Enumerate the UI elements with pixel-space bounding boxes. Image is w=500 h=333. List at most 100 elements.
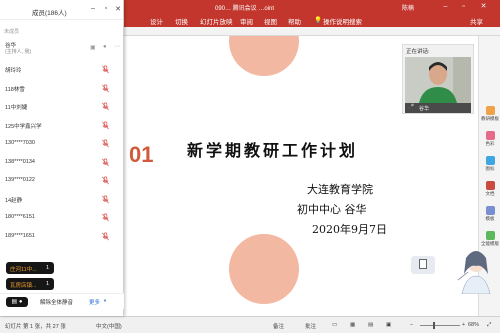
camera-icon[interactable]: ▣ xyxy=(90,44,96,51)
right-pane-item[interactable]: 文档 xyxy=(480,181,500,197)
document-icon xyxy=(485,181,495,190)
member-row[interactable]: 14赵静 xyxy=(0,192,124,206)
speaker-name: 谷华 xyxy=(419,106,430,112)
template-icon xyxy=(485,106,495,115)
slide-title[interactable]: 新学期教研工作计划 xyxy=(187,137,358,161)
zoom-slider-thumb[interactable] xyxy=(433,322,435,329)
lightbulb-icon: 💡 xyxy=(314,17,323,24)
ribbon-search[interactable]: 操作说明搜索 xyxy=(323,16,362,26)
panel-title: 成员(186人) xyxy=(32,10,67,17)
video-footer: 🎤 谷华 xyxy=(405,103,471,113)
member-row[interactable]: 138****0134 xyxy=(0,155,124,169)
member-row[interactable]: 139****0122 xyxy=(0,173,124,187)
member-name: 125中学鑫兴学 xyxy=(5,123,42,130)
video-feed xyxy=(405,57,471,103)
member-name: 130****7030 xyxy=(5,140,35,146)
slide-dept-person[interactable]: 初中中心 谷华 xyxy=(297,201,367,217)
cartoon-figure xyxy=(457,251,491,295)
host-role: (主持人, 我) xyxy=(5,49,32,55)
more-icon[interactable]: ⋯ xyxy=(114,43,120,50)
chevron-down-icon: ▼ xyxy=(103,298,107,303)
reading-view-icon[interactable]: ▤ xyxy=(368,322,373,328)
minimize-button[interactable]: – xyxy=(440,1,451,12)
close-panel-button[interactable]: ✕ xyxy=(113,5,123,13)
zoom-in-button[interactable]: + xyxy=(462,322,465,328)
mic-muted-icon[interactable] xyxy=(101,195,110,204)
member-name: 138****0134 xyxy=(5,158,35,165)
participants-panel: 成员(186人) – ▫ ✕ 未成员 谷华 (主持人, 我) ▣ ● ⋯ 胡玲玲… xyxy=(0,0,124,316)
member-row[interactable]: 180****6151 xyxy=(0,210,124,224)
member-name: 11中刘婕 xyxy=(5,105,28,111)
slide-date[interactable]: 2020年9月7日 xyxy=(312,221,387,237)
member-row[interactable]: 11中刘婕 xyxy=(0,99,124,113)
right-pane-item[interactable]: 图标 xyxy=(480,156,500,172)
notes-button[interactable]: 备注 xyxy=(273,322,284,330)
mic-muted-icon[interactable] xyxy=(101,139,110,148)
normal-view-icon[interactable]: ▭ xyxy=(332,322,337,328)
color-icon xyxy=(485,131,495,140)
right-pane-item[interactable]: 教研模板 xyxy=(480,106,500,122)
section-label: 未成员 xyxy=(4,29,20,35)
decorative-circle-top xyxy=(229,36,299,76)
fit-slide-icon[interactable]: ⤢ xyxy=(487,322,491,329)
mic-muted-icon[interactable] xyxy=(101,213,110,222)
tab-design[interactable]: 设计 xyxy=(150,16,163,26)
tab-transitions[interactable]: 切换 xyxy=(175,16,188,26)
user-name[interactable]: 陈楠 xyxy=(402,3,414,12)
language-indicator[interactable]: 中文(中国) xyxy=(96,322,122,330)
speaker-video[interactable]: 正在讲话: 🎤 谷华 xyxy=(402,44,474,114)
share-button[interactable]: 共享 xyxy=(470,16,483,26)
speaker-image xyxy=(405,57,471,103)
member-name: 14赵静 xyxy=(5,197,23,204)
chat-button[interactable]: ▤ ● xyxy=(6,297,28,307)
minimize-panel-button[interactable]: – xyxy=(88,5,98,12)
more-button[interactable]: 更多 xyxy=(89,298,100,306)
tab-view[interactable]: 视图 xyxy=(264,16,277,26)
member-row[interactable]: 118林雪 xyxy=(0,81,124,95)
maximize-panel-button[interactable]: ▫ xyxy=(101,5,111,12)
cartoon-avatar xyxy=(452,246,496,295)
mic-muted-icon[interactable] xyxy=(101,65,110,74)
member-name: 胡玲玲 xyxy=(5,68,22,74)
document-icon xyxy=(419,259,427,269)
member-name: 180****6151 xyxy=(5,214,35,220)
right-pane-item[interactable]: 模板 xyxy=(480,206,500,222)
zoom-slider[interactable] xyxy=(420,325,460,326)
mic-muted-icon[interactable] xyxy=(101,102,110,111)
raise-hand-toast[interactable]: 瓦房店镇... 1 xyxy=(6,278,54,290)
member-name: 139****0122 xyxy=(5,177,35,183)
member-row[interactable]: 130****7030 xyxy=(0,136,124,150)
zoom-out-button[interactable]: – xyxy=(410,322,413,328)
mic-muted-icon[interactable] xyxy=(101,158,110,167)
tab-review[interactable]: 审阅 xyxy=(240,16,253,26)
layout-icon xyxy=(485,231,495,240)
member-row[interactable]: 189****1651 xyxy=(0,229,124,243)
raise-hand-toast[interactable]: 庄河11中... 1 xyxy=(6,262,54,274)
tab-help[interactable]: 帮助 xyxy=(288,16,301,26)
restore-button[interactable]: ▫ xyxy=(458,1,469,12)
mic-icon[interactable]: ● xyxy=(103,44,107,50)
member-row[interactable]: 125中学鑫兴学 xyxy=(0,118,124,132)
right-pane-item[interactable]: 全能模版 xyxy=(480,231,500,247)
unmute-all-button[interactable]: 解除全体静音 xyxy=(40,298,73,306)
comments-button[interactable]: 批注 xyxy=(305,322,316,330)
mic-muted-icon[interactable] xyxy=(101,121,110,130)
mic-muted-icon[interactable] xyxy=(101,176,110,185)
host-row[interactable]: 谷华 (主持人, 我) ▣ ● ⋯ xyxy=(0,40,124,58)
sorter-view-icon[interactable]: ▦ xyxy=(350,322,355,328)
status-bar: 幻灯片 第 1 张，共 27 张 中文(中国) 备注 批注 ▭ ▦ ▤ ▣ – … xyxy=(0,316,500,333)
slideshow-view-icon[interactable]: ▣ xyxy=(386,322,391,328)
decorative-circle-bottom xyxy=(229,234,299,304)
mic-muted-icon[interactable] xyxy=(101,84,110,93)
screen-share-button[interactable] xyxy=(411,256,435,274)
mic-muted-icon[interactable] xyxy=(101,232,110,241)
right-pane-item[interactable]: 色彩 xyxy=(480,131,500,147)
member-row[interactable]: 胡玲玲 xyxy=(0,62,124,76)
zoom-level[interactable]: 68% xyxy=(468,322,479,328)
slide-number: 01 xyxy=(129,142,154,167)
close-button[interactable]: ✕ xyxy=(478,1,489,12)
tab-slideshow[interactable]: 幻灯片放映 xyxy=(200,16,233,26)
panel-bottom-bar: ▤ ● 解除全体静音 更多 ▼ xyxy=(0,293,124,309)
slide-org[interactable]: 大连教育学院 xyxy=(307,181,373,197)
slide-count: 幻灯片 第 1 张，共 27 张 xyxy=(5,324,66,330)
